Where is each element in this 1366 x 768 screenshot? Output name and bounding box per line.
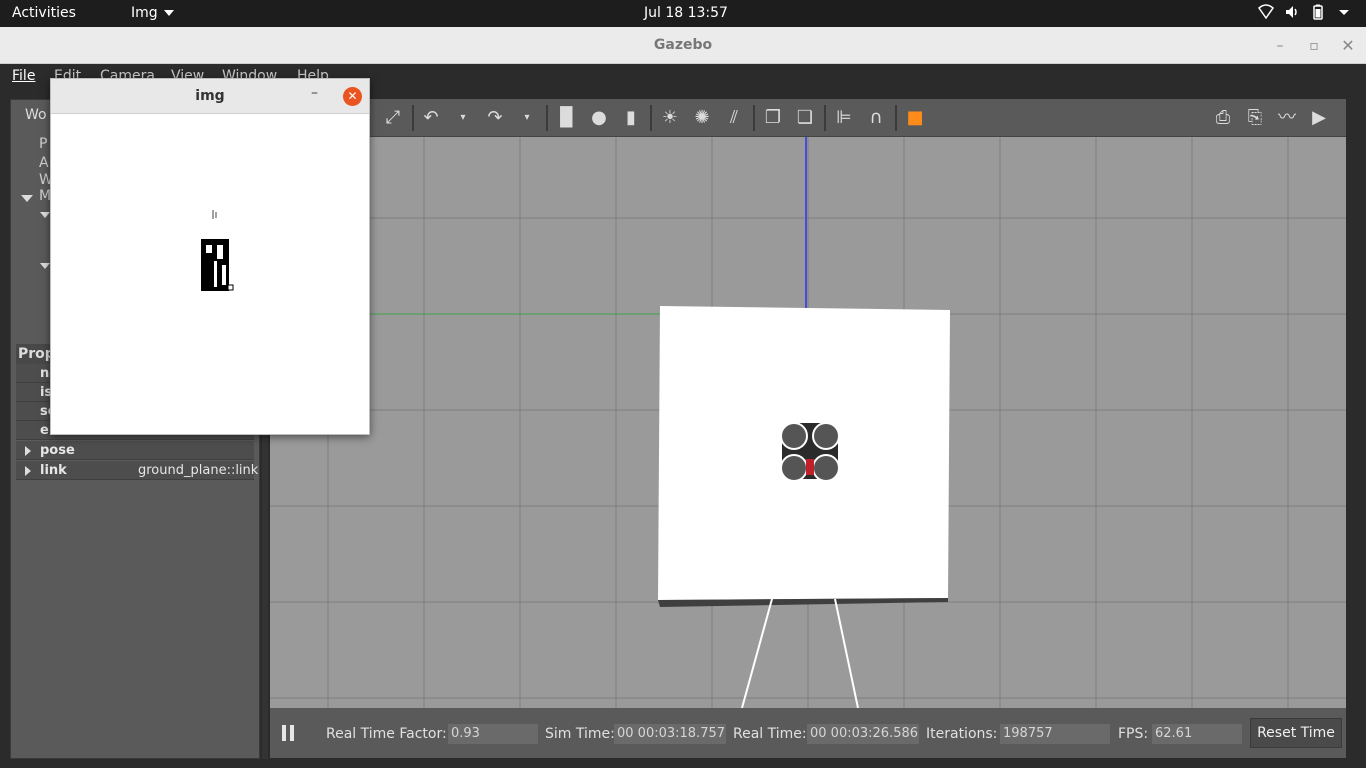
scene-viewport[interactable] <box>270 137 1346 708</box>
app-menu[interactable]: Img <box>131 5 174 21</box>
pause-icon[interactable] <box>282 725 294 741</box>
quadcopter-model[interactable] <box>780 422 840 482</box>
activities-button[interactable]: Activities <box>12 5 76 21</box>
toolbar-separator <box>546 105 548 131</box>
rtf-value: 0.93 <box>448 724 538 744</box>
paste-icon[interactable]: ❏ <box>792 105 818 131</box>
reset-time-button[interactable]: Reset Time <box>1250 718 1342 748</box>
spot-light-icon[interactable]: ✺ <box>689 105 715 131</box>
plot-icon[interactable]: 〰 <box>1274 105 1300 131</box>
undo-icon[interactable]: ↶ <box>418 105 444 131</box>
stand-leg <box>834 598 859 708</box>
point-light-icon[interactable]: ☀ <box>657 105 683 131</box>
img-window-title-bar[interactable]: img – ✕ <box>51 79 369 114</box>
chevron-down-icon[interactable] <box>40 212 50 218</box>
img-canvas <box>51 115 369 435</box>
fps-label: FPS: <box>1118 726 1149 742</box>
property-key: link <box>40 463 67 478</box>
property-row-pose[interactable]: pose <box>16 441 254 460</box>
box-shape-icon[interactable]: ▉ <box>554 105 580 131</box>
directional-light-icon[interactable]: ⫽ <box>721 105 747 131</box>
clock[interactable]: Jul 18 13:57 <box>644 5 728 21</box>
img-window-title: img <box>195 88 225 104</box>
chevron-down-icon[interactable] <box>21 195 33 202</box>
maximize-icon[interactable]: ▫ <box>1303 35 1325 57</box>
real-time-label: Real Time: <box>733 726 807 742</box>
tree-item[interactable]: P <box>39 136 47 152</box>
toolbar: ⤢ ↶ ▾ ↷ ▾ ▉ ● ▮ ☀ ✺ ⫽ ❐ ❏ ⊫ ∩ ■ ⎙ ⎘ 〰 ▶ <box>270 99 1346 137</box>
cylinder-shape-icon[interactable]: ▮ <box>618 105 644 131</box>
status-bar: Real Time Factor: 0.93 Sim Time: 00 00:0… <box>270 708 1346 758</box>
toolbar-separator <box>824 105 826 131</box>
image-marker-blob <box>201 239 234 291</box>
fps-value: 62.61 <box>1152 724 1242 744</box>
iterations-label: Iterations: <box>926 726 998 742</box>
chevron-right-icon[interactable] <box>25 466 31 476</box>
minimize-icon[interactable]: – <box>311 85 318 101</box>
align-icon[interactable]: ⊫ <box>831 105 857 131</box>
image-preview <box>201 210 234 291</box>
toolbar-separator <box>753 105 755 131</box>
property-key: pose <box>40 443 75 458</box>
img-window[interactable]: img – ✕ <box>50 78 370 435</box>
tab-world[interactable]: Wo <box>25 107 47 123</box>
network-icon <box>1258 4 1274 20</box>
redo-dropdown-icon[interactable]: ▾ <box>514 105 540 131</box>
snap-icon[interactable]: ∩ <box>863 105 889 131</box>
property-row-link[interactable]: link ground_plane::link <box>16 461 258 480</box>
chevron-right-icon[interactable] <box>25 446 31 456</box>
system-menu-icon <box>1339 10 1349 15</box>
fullscreen-icon[interactable]: ⤢ <box>380 105 406 131</box>
system-top-bar: Activities Img Jul 18 13:57 <box>0 0 1366 27</box>
tree-item[interactable]: A <box>39 155 49 171</box>
close-icon[interactable]: ✕ <box>343 87 362 106</box>
undo-dropdown-icon[interactable]: ▾ <box>450 105 476 131</box>
toolbar-separator <box>895 105 897 131</box>
real-time-value: 00 00:03:26.586 <box>807 724 919 744</box>
toolbar-separator <box>650 105 652 131</box>
property-value: ground_plane::link <box>138 463 259 478</box>
view-angle-icon[interactable]: ■ <box>902 105 928 131</box>
menu-file[interactable]: File <box>12 68 35 84</box>
rtf-label: Real Time Factor: <box>326 726 447 742</box>
sphere-shape-icon[interactable]: ● <box>586 105 612 131</box>
battery-icon <box>1313 4 1323 20</box>
system-tray[interactable] <box>1258 4 1352 20</box>
window-title-bar[interactable]: Gazebo – ▫ ✕ <box>0 27 1366 64</box>
log-icon[interactable]: ⎘ <box>1242 105 1268 131</box>
volume-icon <box>1286 6 1297 18</box>
close-icon[interactable]: ✕ <box>1337 35 1359 57</box>
minimize-icon[interactable]: – <box>1269 35 1291 57</box>
toolbar-separator <box>412 105 414 131</box>
screenshot-icon[interactable]: ⎙ <box>1210 105 1236 131</box>
iterations-value: 198757 <box>1000 724 1110 744</box>
video-record-icon[interactable]: ▶ <box>1306 105 1332 131</box>
sim-time-value: 00 00:03:18.757 <box>614 724 726 744</box>
scene-render <box>270 137 1346 708</box>
redo-icon[interactable]: ↷ <box>482 105 508 131</box>
chevron-down-icon[interactable] <box>40 263 50 269</box>
copy-icon[interactable]: ❐ <box>760 105 786 131</box>
stand-leg <box>741 598 773 708</box>
image-mark <box>212 210 217 219</box>
sim-time-label: Sim Time: <box>545 726 615 742</box>
window-title: Gazebo <box>653 37 713 53</box>
